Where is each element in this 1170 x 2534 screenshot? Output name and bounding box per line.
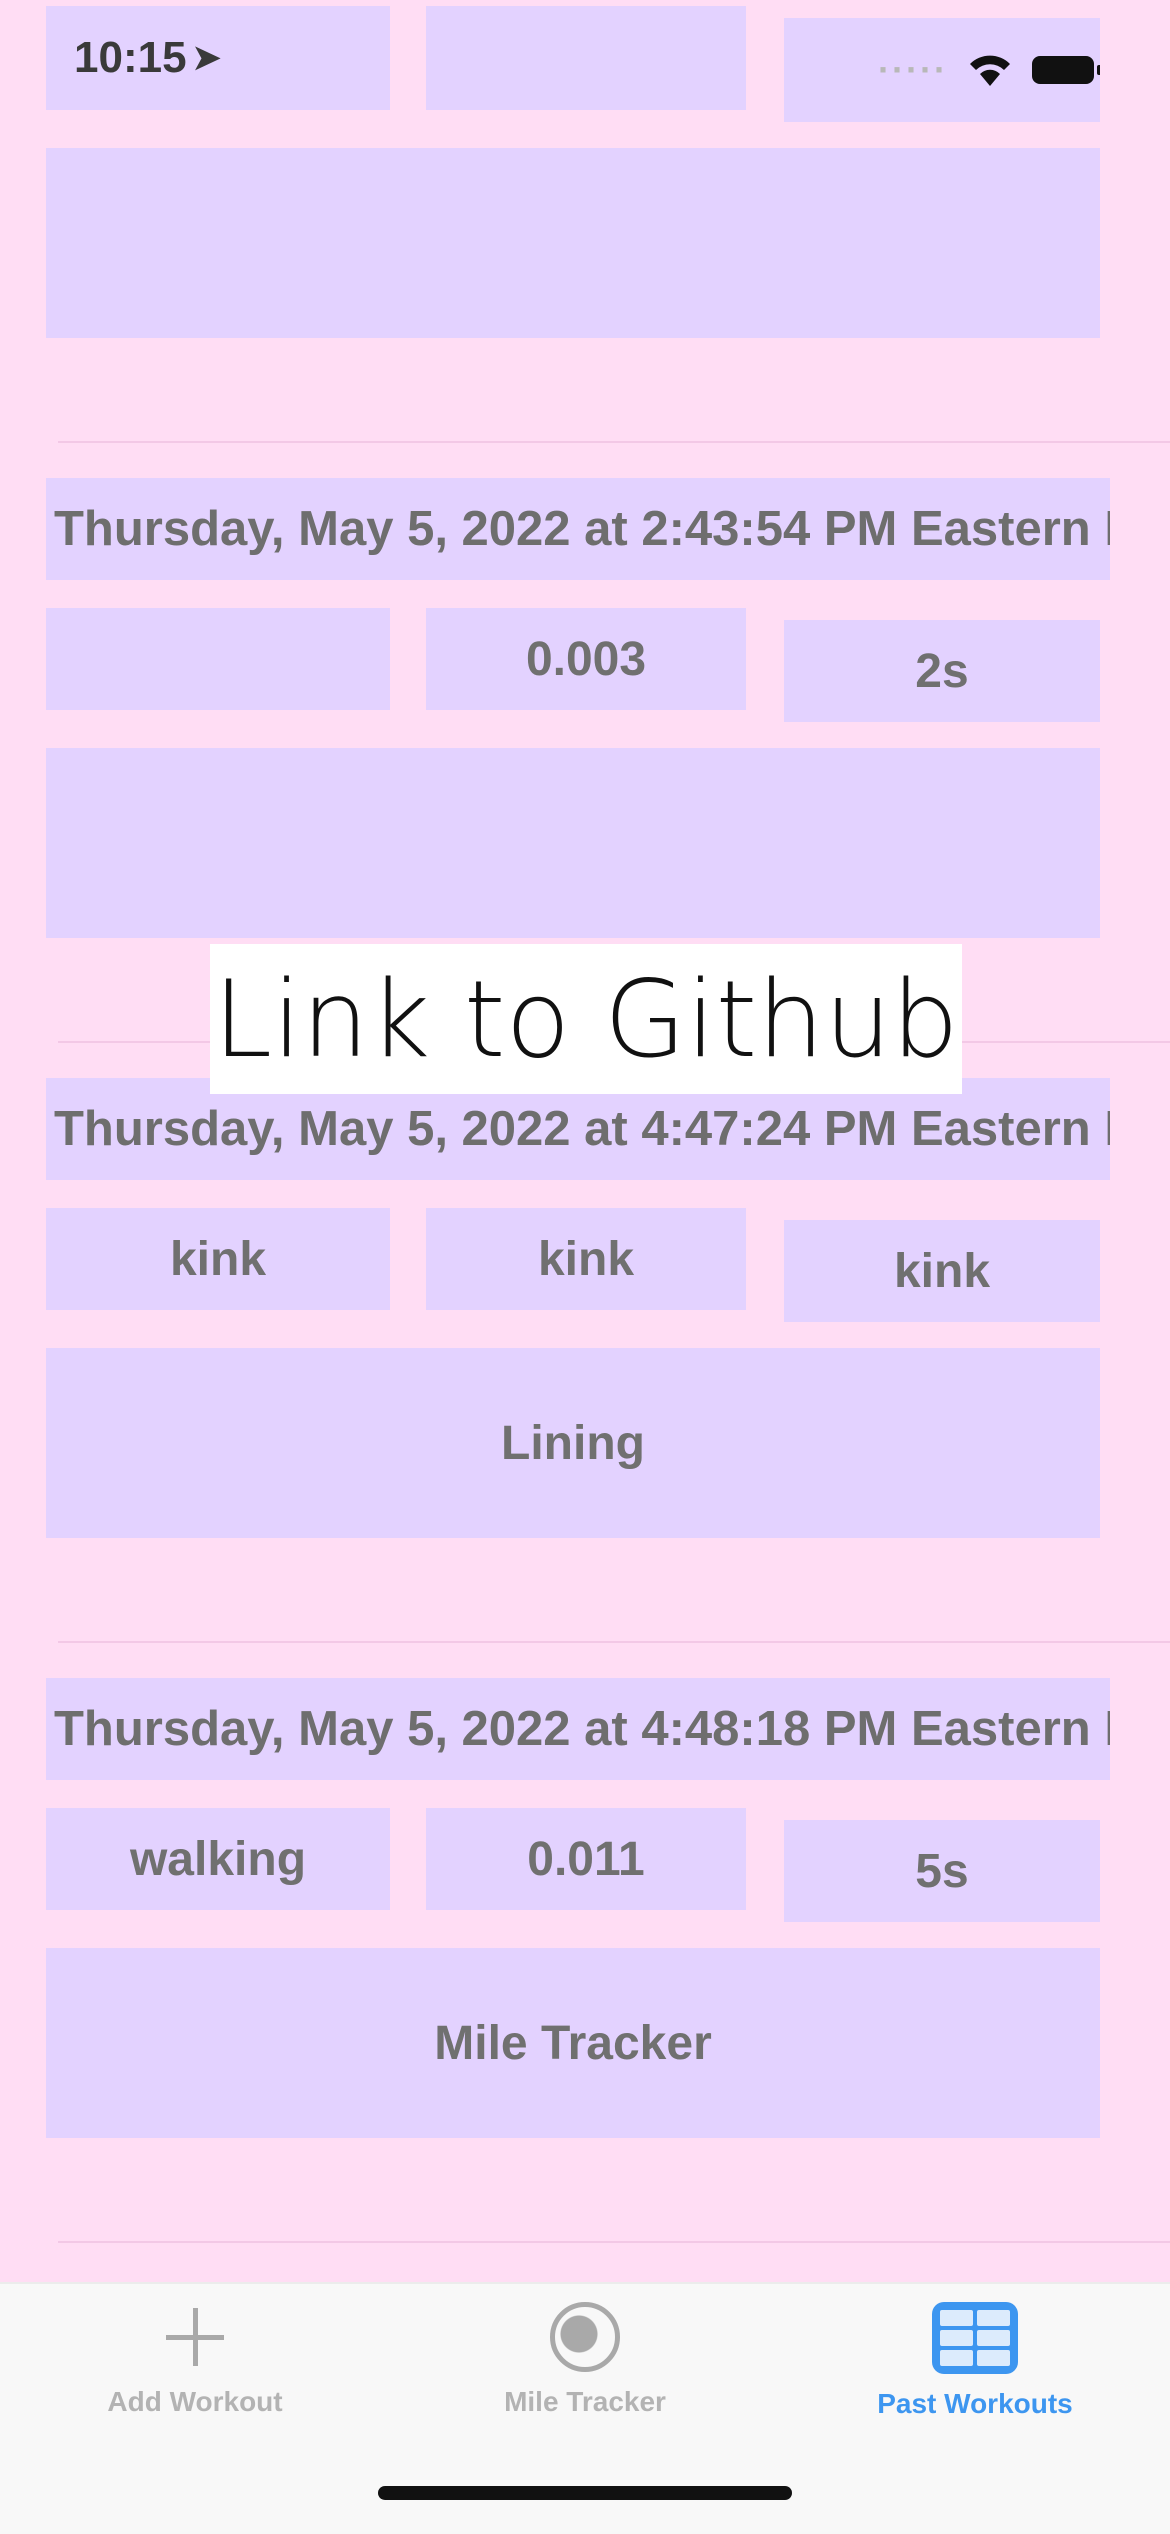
workout-0-distance xyxy=(426,6,746,110)
workout-1-duration: 2s xyxy=(784,620,1100,722)
status-time-label: 10:15 xyxy=(74,33,187,82)
workout-3-distance: 0.011 xyxy=(426,1808,746,1910)
status-icons: ····· xyxy=(784,18,1100,122)
tab-mile-tracker[interactable]: Mile Tracker xyxy=(390,2302,780,2452)
workout-1-date: Thursday, May 5, 2022 at 2:43:54 PM East… xyxy=(46,478,1110,580)
tab-past-workouts-label: Past Workouts xyxy=(877,2388,1073,2419)
github-link[interactable]: Link to Github xyxy=(210,944,962,1094)
tab-add-workout-label: Add Workout xyxy=(107,2386,283,2417)
grid-icon xyxy=(932,2302,1018,2374)
workout-3-duration: 5s xyxy=(784,1820,1100,1922)
workout-0-notes xyxy=(46,148,1100,338)
workout-1-type xyxy=(46,608,390,710)
workout-3-date: Thursday, May 5, 2022 at 4:48:18 PM East… xyxy=(46,1678,1110,1780)
workout-1-notes xyxy=(46,748,1100,938)
workout-2-duration: kink xyxy=(784,1220,1100,1322)
wifi-icon xyxy=(970,55,1010,86)
workout-2-distance: kink xyxy=(426,1208,746,1310)
tab-add-workout[interactable]: Add Workout xyxy=(0,2302,390,2452)
status-time: 10:15 ➤ xyxy=(46,6,390,110)
signal-icon: ····· xyxy=(878,49,948,90)
row-separator xyxy=(58,441,1170,443)
workout-2-type: kink xyxy=(46,1208,390,1310)
workout-3-type: walking xyxy=(46,1808,390,1910)
plus-icon xyxy=(160,2302,230,2372)
workout-3-notes: Mile Tracker xyxy=(46,1948,1100,2138)
tab-mile-tracker-label: Mile Tracker xyxy=(504,2386,666,2417)
home-indicator xyxy=(378,2486,792,2500)
battery-icon xyxy=(1032,56,1100,84)
workout-2-notes: Lining xyxy=(46,1348,1100,1538)
row-separator xyxy=(58,1641,1170,1643)
workout-1-distance: 0.003 xyxy=(426,608,746,710)
location-arrow-icon: ➤ xyxy=(192,39,222,77)
tab-past-workouts[interactable]: Past Workouts xyxy=(780,2302,1170,2452)
row-separator xyxy=(58,2241,1170,2243)
globe-icon xyxy=(550,2302,620,2372)
